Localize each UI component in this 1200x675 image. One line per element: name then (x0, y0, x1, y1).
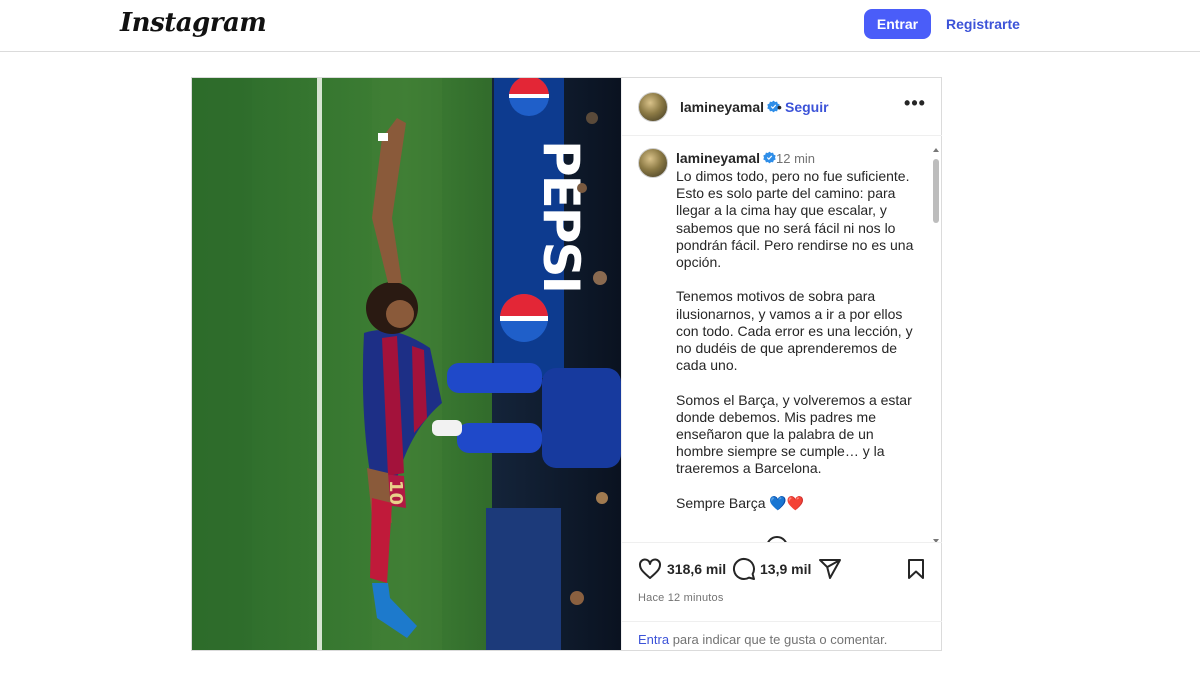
comment-icon[interactable] (732, 557, 756, 581)
comments-count[interactable]: 13,9 mil (760, 561, 811, 577)
post-card: PEPSI 10 lamineyamal • Seguir ••• lamine… (191, 77, 942, 651)
username-link[interactable]: lamineyamal (680, 99, 780, 115)
register-link[interactable]: Registrarte (946, 16, 1020, 32)
verified-badge-icon (763, 151, 776, 164)
post-header: lamineyamal • Seguir ••• (622, 78, 942, 136)
login-prompt: Entra para indicar que te gusta o coment… (622, 621, 942, 651)
scroll-up-arrow-icon[interactable] (933, 148, 939, 152)
share-icon[interactable] (818, 557, 842, 581)
bookmark-icon[interactable] (904, 557, 928, 581)
heart-icon[interactable] (638, 557, 662, 581)
caption-text: Lo dimos todo, pero no fue suficiente. E… (676, 168, 914, 511)
post-side-panel: lamineyamal • Seguir ••• lamineyamal 12 … (621, 78, 942, 650)
player-on-pitch-photo: PEPSI 10 (192, 78, 621, 650)
username-text[interactable]: lamineyamal (680, 99, 764, 115)
top-navbar: Instagram Entrar Registrarte (0, 0, 1200, 52)
scrollbar[interactable] (931, 145, 941, 542)
caption-scroll-area[interactable]: lamineyamal 12 min Lo dimos todo, pero n… (622, 137, 942, 542)
caption-username[interactable]: lamineyamal (676, 150, 776, 166)
login-prompt-text: para indicar que te gusta o comentar. (669, 632, 888, 647)
caption-time: 12 min (776, 151, 816, 166)
avatar[interactable] (638, 92, 668, 122)
caption-avatar[interactable] (638, 148, 668, 178)
login-prompt-link[interactable]: Entra (638, 632, 669, 647)
separator-dot: • (777, 99, 782, 115)
pepsi-banner-text: PEPSI (532, 140, 590, 292)
likes-count[interactable]: 318,6 mil (667, 561, 726, 577)
post-image[interactable]: PEPSI 10 (192, 78, 621, 650)
post-actions: 318,6 mil 13,9 mil Hace 12 minutos Entra… (622, 542, 942, 650)
follow-button[interactable]: Seguir (785, 99, 829, 115)
login-button[interactable]: Entrar (864, 9, 931, 39)
more-options-icon[interactable]: ••• (904, 94, 926, 118)
scroll-thumb[interactable] (933, 159, 939, 223)
post-timestamp: Hace 12 minutos (638, 592, 724, 604)
instagram-logo[interactable]: Instagram (120, 8, 267, 38)
caption-username-text[interactable]: lamineyamal (676, 150, 760, 166)
